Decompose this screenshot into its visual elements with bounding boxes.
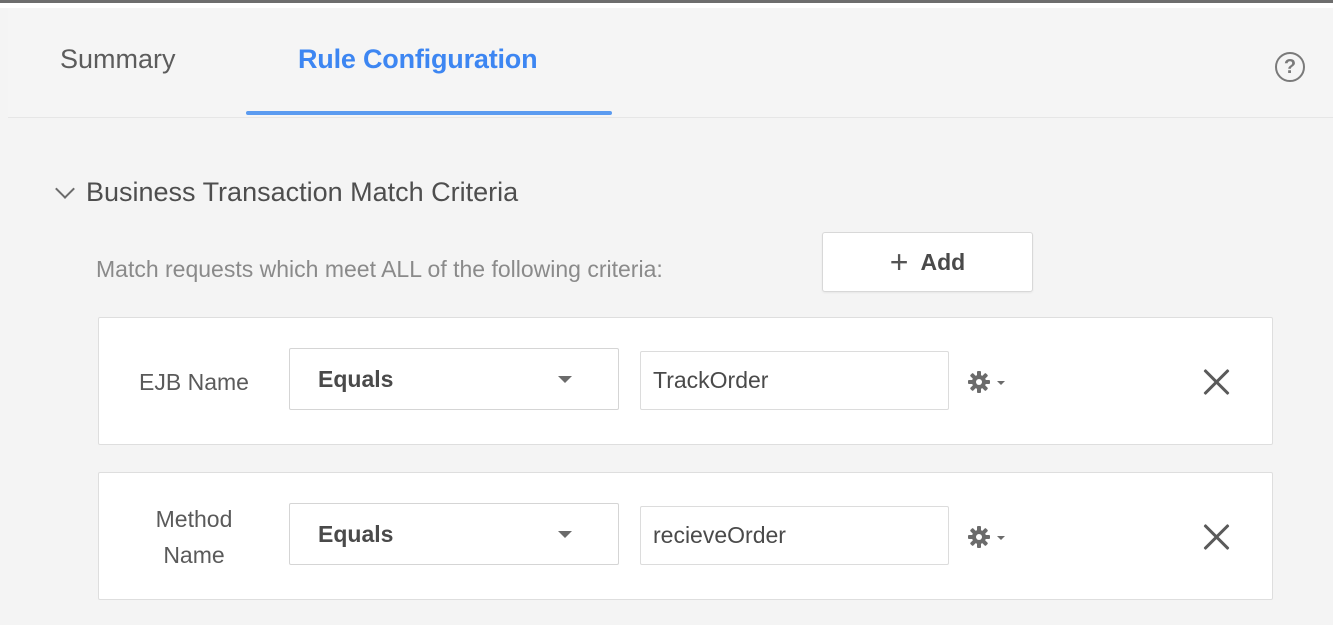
- tab-rule-configuration[interactable]: Rule Configuration: [298, 44, 538, 75]
- gear-menu-button[interactable]: [967, 362, 1027, 402]
- section-title: Business Transaction Match Criteria: [86, 176, 519, 207]
- operator-value: Equals: [318, 521, 394, 547]
- tab-summary[interactable]: Summary: [60, 44, 176, 75]
- criteria-value-input[interactable]: [640, 351, 949, 410]
- add-button-label: Add: [920, 248, 966, 275]
- help-icon[interactable]: ?: [1275, 52, 1305, 82]
- criteria-description: Match requests which meet ALL of the fol…: [96, 256, 663, 282]
- remove-criteria-button[interactable]: [1197, 362, 1237, 402]
- caret-down-icon: [558, 376, 572, 383]
- operator-value: Equals: [318, 366, 394, 392]
- plus-icon: +: [889, 244, 909, 280]
- criteria-label: Method Name: [155, 506, 233, 568]
- operator-select[interactable]: Equals: [289, 503, 619, 565]
- criteria-value-input[interactable]: [640, 506, 949, 565]
- gear-icon: [968, 371, 990, 393]
- gear-menu-button[interactable]: [967, 517, 1027, 557]
- top-border: [0, 0, 1333, 8]
- rule-configuration-panel: Summary Rule Configuration ? Business Tr…: [8, 8, 1333, 625]
- add-criteria-button[interactable]: + Add: [822, 232, 1033, 292]
- caret-down-icon: [997, 536, 1005, 540]
- criteria-row: Method Name Equals: [98, 472, 1273, 600]
- gear-icon: [968, 526, 990, 548]
- criteria-label: EJB Name: [139, 369, 249, 395]
- tab-bar: Summary Rule Configuration ?: [8, 8, 1333, 118]
- remove-criteria-button[interactable]: [1197, 517, 1237, 557]
- operator-select[interactable]: Equals: [289, 348, 619, 410]
- caret-down-icon: [997, 381, 1005, 385]
- active-tab-indicator: [246, 111, 612, 115]
- caret-down-icon: [558, 531, 572, 538]
- chevron-down-icon: [55, 179, 75, 199]
- section-toggle[interactable]: Business Transaction Match Criteria: [55, 174, 519, 210]
- criteria-row: EJB Name Equals: [98, 317, 1273, 445]
